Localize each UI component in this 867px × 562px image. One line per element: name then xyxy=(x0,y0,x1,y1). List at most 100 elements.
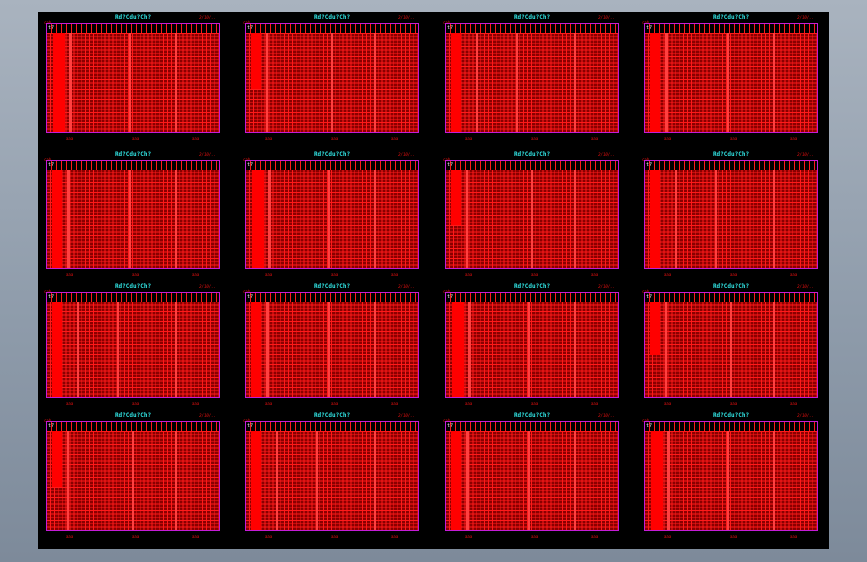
header-corner-label: t? xyxy=(48,294,55,300)
filled-column xyxy=(451,33,461,132)
drawing-sheet: Rd?Cdu?Ch? 2/10/.. cab t? aaa aaa aaa xyxy=(642,14,820,141)
column-divider xyxy=(667,431,670,530)
sheet-date: 2/10/.. xyxy=(797,284,814,289)
footer-label: aaa xyxy=(664,272,672,277)
sheet-footer: aaa aaa aaa xyxy=(443,269,621,277)
column-divider xyxy=(175,33,177,132)
header-corner-label: t? xyxy=(447,25,454,31)
footer-label: aaa xyxy=(265,401,273,406)
sheet-footer: aaa aaa aaa xyxy=(642,531,820,539)
table-grid xyxy=(645,33,817,132)
filled-column xyxy=(650,302,660,356)
header-corner-label: t? xyxy=(646,294,653,300)
sheet-title: Rd?Cdu?Ch? xyxy=(114,151,152,158)
filled-column xyxy=(52,431,62,487)
column-divider xyxy=(727,431,729,530)
footer-label: aaa xyxy=(391,272,399,277)
filled-column xyxy=(451,170,461,226)
sheet-date: 2/10/.. xyxy=(598,284,615,289)
table-frame: t? xyxy=(445,160,619,269)
footer-label: aaa xyxy=(465,136,473,141)
sheet-date: 2/10/.. xyxy=(598,152,615,157)
sheet-footer: aaa aaa aaa xyxy=(44,531,222,539)
column-divider xyxy=(730,302,732,397)
column-divider xyxy=(466,431,469,530)
drawing-sheet: Rd?Cdu?Ch? 2/10/.. cab t? aaa aaa aaa xyxy=(44,14,222,141)
drawing-sheet: Rd?Cdu?Ch? 2/10/.. cab t? aaa aaa aaa xyxy=(243,151,421,277)
column-divider xyxy=(328,170,330,268)
column-divider xyxy=(516,33,518,132)
filled-column xyxy=(650,170,660,268)
footer-label: aaa xyxy=(790,272,798,277)
column-divider xyxy=(328,302,330,397)
filled-column xyxy=(251,33,261,89)
sheet-date: 2/10/.. xyxy=(199,284,216,289)
table-frame: t? xyxy=(644,23,818,133)
sheet-title: Rd?Cdu?Ch? xyxy=(313,14,351,21)
footer-label: aaa xyxy=(132,534,140,539)
drawing-sheet: Rd?Cdu?Ch? 2/10/.. cab t? aaa aaa aaa xyxy=(243,14,421,141)
filled-column xyxy=(251,431,261,530)
sheet-date: 2/10/.. xyxy=(199,413,216,418)
table-grid xyxy=(47,302,219,397)
footer-label: aaa xyxy=(192,136,200,141)
drawing-sheet: Rd?Cdu?Ch? 2/10/.. cab t? aaa aaa aaa xyxy=(44,283,222,406)
footer-label: aaa xyxy=(331,136,339,141)
sheet-title: Rd?Cdu?Ch? xyxy=(712,151,750,158)
header-corner-label: t? xyxy=(48,25,55,31)
header-corner-label: t? xyxy=(247,25,254,31)
drawing-canvas[interactable]: Rd?Cdu?Ch? 2/10/.. cab t? aaa aaa aaa Rd?Cdu?Ch… xyxy=(38,12,829,549)
column-divider xyxy=(175,170,177,268)
drawing-sheet: Rd?Cdu?Ch? 2/10/.. cab t? aaa aaa aaa xyxy=(243,412,421,539)
sheet-date: 2/10/.. xyxy=(598,15,615,20)
sheet-date: 2/10/.. xyxy=(398,284,415,289)
filled-column xyxy=(53,33,65,132)
drawing-sheet: Rd?Cdu?Ch? 2/10/.. cab t? aaa aaa aaa xyxy=(44,412,222,539)
header-corner-label: t? xyxy=(447,423,454,429)
table-grid xyxy=(47,33,219,132)
column-divider xyxy=(67,170,70,268)
sheet-footer: aaa aaa aaa xyxy=(443,398,621,406)
footer-label: aaa xyxy=(591,136,599,141)
column-divider xyxy=(773,33,775,132)
footer-label: aaa xyxy=(66,136,74,141)
sheet-date: 2/10/.. xyxy=(199,15,216,20)
sheet-title: Rd?Cdu?Ch? xyxy=(513,412,551,419)
sheet-title: Rd?Cdu?Ch? xyxy=(513,283,551,290)
table-frame: t? xyxy=(644,160,818,269)
sheet-title: Rd?Cdu?Ch? xyxy=(513,14,551,21)
footer-label: aaa xyxy=(790,534,798,539)
column-divider xyxy=(374,431,376,530)
table-frame: t? xyxy=(445,23,619,133)
footer-label: aaa xyxy=(265,534,273,539)
sheet-date: 2/10/.. xyxy=(398,413,415,418)
column-divider xyxy=(665,33,668,132)
header-corner-label: t? xyxy=(48,162,55,168)
table-frame: t? xyxy=(245,292,419,398)
column-divider xyxy=(374,33,376,132)
column-divider xyxy=(773,302,775,397)
header-corner-label: t? xyxy=(247,294,254,300)
table-grid xyxy=(645,431,817,530)
drawing-sheet: Rd?Cdu?Ch? 2/10/.. cab t? aaa aaa aaa xyxy=(443,412,621,539)
column-divider xyxy=(117,302,119,397)
column-divider xyxy=(574,170,576,268)
table-frame: t? xyxy=(46,292,220,398)
table-frame: t? xyxy=(644,292,818,398)
footer-label: aaa xyxy=(192,272,200,277)
column-divider xyxy=(268,170,271,268)
footer-label: aaa xyxy=(531,272,539,277)
footer-label: aaa xyxy=(591,401,599,406)
table-frame: t? xyxy=(46,160,220,269)
column-divider xyxy=(175,302,177,397)
drawing-sheet: Rd?Cdu?Ch? 2/10/.. cab t? aaa aaa aaa xyxy=(443,14,621,141)
column-divider xyxy=(276,431,278,530)
header-corner-label: t? xyxy=(646,162,653,168)
footer-label: aaa xyxy=(730,272,738,277)
column-divider xyxy=(374,302,376,397)
sheet-title: Rd?Cdu?Ch? xyxy=(114,412,152,419)
table-grid xyxy=(645,170,817,268)
sheet-date: 2/10/.. xyxy=(797,413,814,418)
sheet-date: 2/10/.. xyxy=(598,413,615,418)
column-divider xyxy=(331,33,333,132)
